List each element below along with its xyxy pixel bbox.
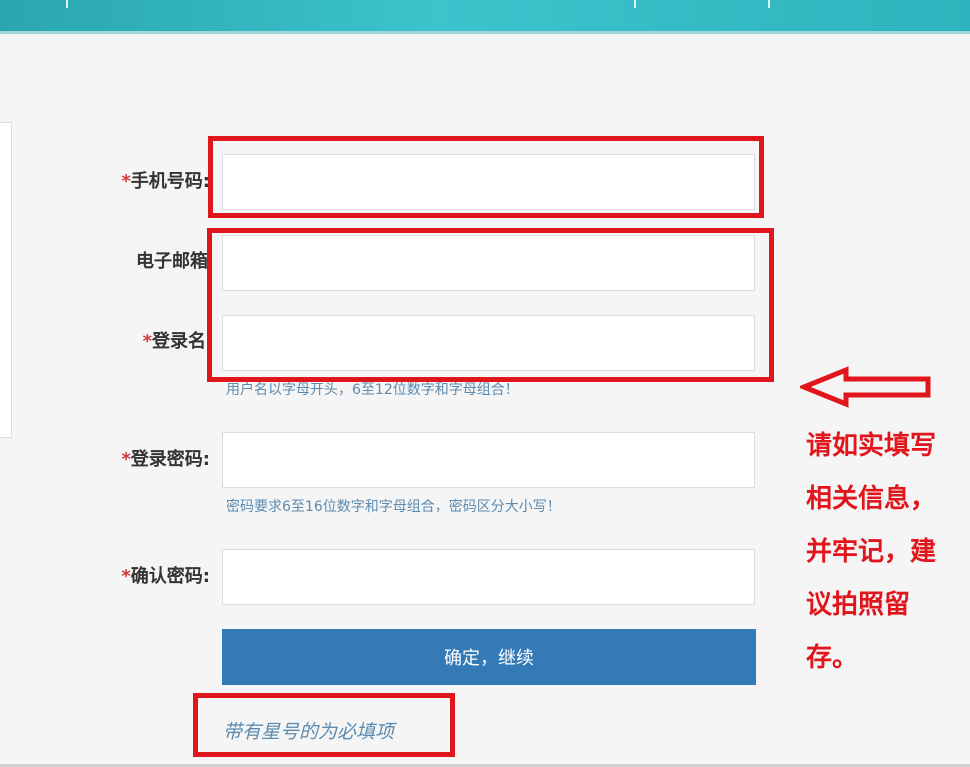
- login-name-hint: 用户名以字母开头，6至12位数字和字母组合！: [226, 382, 519, 398]
- arrow-left-icon: [800, 366, 931, 408]
- side-panel: [0, 122, 12, 438]
- highlight-box-required-note: [193, 693, 455, 757]
- confirm-password-label: *确认密码:: [121, 566, 210, 587]
- submit-button[interactable]: 确定，继续: [222, 629, 756, 685]
- annotation-line: 相关信息，: [806, 484, 937, 514]
- required-star: *: [121, 566, 131, 587]
- password-input[interactable]: [222, 432, 755, 488]
- login-name-label: *登录名: [142, 331, 206, 352]
- required-star: *: [121, 449, 131, 470]
- password-hint: 密码要求6至16位数字和字母组合，密码区分大小写！: [226, 499, 561, 515]
- banner-decoration: [768, 0, 770, 8]
- annotation-line: 并牢记，建: [806, 537, 937, 567]
- required-star: *: [142, 331, 152, 352]
- annotation-line: 议拍照留: [806, 590, 911, 620]
- password-label: *登录密码:: [121, 449, 210, 470]
- banner-decoration: [66, 0, 68, 8]
- annotation-note: 请如实填写 相关信息， 并牢记，建 议拍照留 存。: [806, 420, 966, 685]
- highlight-box-phone: [208, 136, 764, 218]
- required-star: *: [121, 171, 131, 192]
- highlight-box-email-login: [207, 228, 774, 382]
- top-banner: [0, 0, 970, 34]
- phone-label: *手机号码:: [121, 171, 210, 192]
- annotation-line: 请如实填写: [806, 431, 937, 461]
- annotation-line: 存。: [806, 643, 859, 673]
- banner-decoration: [634, 0, 636, 8]
- email-label: 电子邮箱: [136, 251, 208, 272]
- confirm-password-input[interactable]: [222, 549, 755, 605]
